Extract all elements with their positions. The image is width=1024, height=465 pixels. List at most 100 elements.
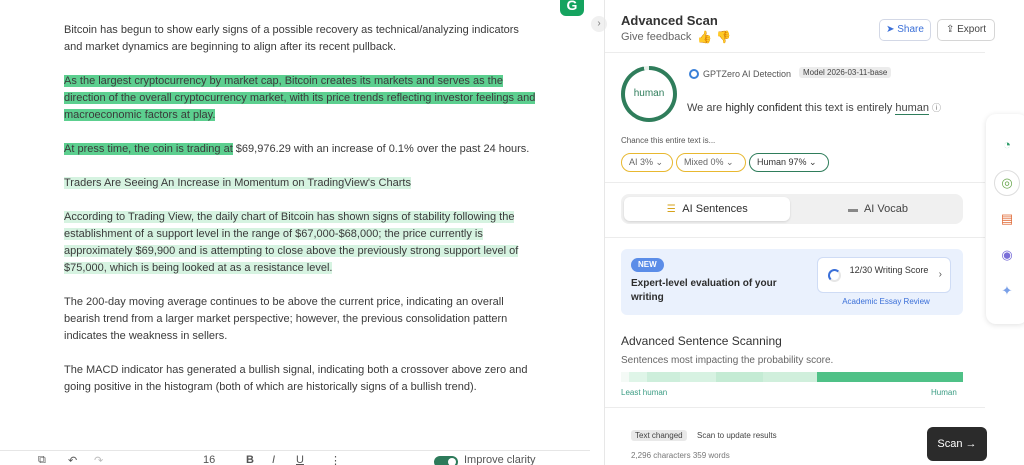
more-options-button[interactable]: ⋮: [330, 454, 341, 465]
gptzero-status-icon[interactable]: ◔: [998, 136, 1016, 154]
tab-ai-sentences[interactable]: ☰ AI Sentences: [624, 197, 790, 221]
info-icon[interactable]: ⓘ: [932, 103, 941, 113]
gptzero-icon: [689, 69, 699, 79]
promo-text: Expert-level evaluation of your writing: [631, 278, 777, 303]
human-percent-dropdown[interactable]: Human 97% ⌄: [749, 153, 829, 172]
document-editor[interactable]: Bitcoin has begun to show early signs of…: [0, 0, 590, 465]
redo-icon[interactable]: ↷: [94, 454, 103, 465]
paragraph-6-text: The 200-day moving average continues to …: [64, 296, 508, 342]
loading-spinner-icon: [828, 269, 841, 282]
ai-detector-icon[interactable]: ◎: [998, 174, 1016, 192]
paragraph-1: Bitcoin has begun to show early signs of…: [64, 22, 540, 56]
scan-segment[interactable]: [680, 372, 716, 382]
verdict-mid: this text is entirely: [804, 102, 893, 114]
copy-icon[interactable]: ⧉: [38, 454, 46, 465]
verdict-text: We are highly confident this text is ent…: [687, 101, 941, 115]
sentence-scan-bar[interactable]: [621, 372, 963, 382]
underline-button[interactable]: U: [296, 454, 304, 465]
footer-divider: [605, 407, 985, 408]
chevron-down-icon: ⌄: [809, 157, 817, 167]
chance-label: Chance this entire text is...: [621, 136, 716, 145]
ai-percent-dropdown[interactable]: AI 3% ⌄: [621, 153, 673, 172]
writing-score-label: 12/30 Writing Score: [849, 265, 929, 275]
thumbs-down-icon[interactable]: 👎: [716, 30, 731, 44]
tab-ai-vocab[interactable]: ▬ AI Vocab: [796, 197, 960, 221]
scan-segment[interactable]: [621, 372, 629, 382]
export-button[interactable]: ⇪ Export: [937, 19, 995, 41]
italic-button[interactable]: I: [272, 454, 275, 465]
text-changed-badge: Text changed: [631, 430, 687, 441]
vocab-icon: ▬: [847, 204, 858, 215]
chevron-right-icon: ›: [938, 269, 942, 280]
result-ring: human: [621, 66, 677, 122]
paragraph-2-text: As the largest cryptocurrency by market …: [64, 75, 536, 121]
scan-segment[interactable]: [817, 372, 963, 382]
paragraph-7: The MACD indicator has generated a bulli…: [64, 362, 540, 396]
sentences-icon: ☰: [666, 204, 676, 215]
results-divider: [605, 182, 985, 183]
verdict-strong: highly confident: [725, 102, 802, 114]
chevron-down-icon: ⌄: [655, 157, 664, 167]
writing-score-button[interactable]: 12/30 Writing Score ›: [817, 257, 951, 293]
new-badge: NEW: [631, 258, 664, 272]
academic-essay-link[interactable]: Academic Essay Review: [821, 297, 951, 306]
paragraph-1-text: Bitcoin has begun to show early signs of…: [64, 24, 519, 53]
model-badge: Model 2026-03-11-base: [799, 67, 892, 78]
panel-title: Advanced Scan: [621, 13, 718, 28]
paragraph-3: At press time, the coin is trading at $6…: [64, 141, 540, 158]
scan-hint: Scan to update results: [697, 431, 777, 440]
header-divider: [605, 52, 985, 53]
scan-panel: Advanced Scan Give feedback 👍 👎 ➤ Share …: [605, 0, 995, 465]
mixed-percent-label: Mixed 0%: [684, 157, 724, 167]
paragraph-3-highlight: At press time, the coin is trading at: [64, 143, 233, 155]
tabs-divider: [605, 237, 985, 238]
share-button[interactable]: ➤ Share: [879, 19, 931, 41]
scan-segment[interactable]: [629, 372, 647, 382]
verdict-human: human: [895, 102, 929, 115]
advanced-scanning-subtitle: Sentences most impacting the probability…: [621, 355, 834, 366]
export-icon: ⇪: [945, 24, 958, 35]
font-size-select[interactable]: 16: [203, 454, 215, 465]
character-word-count: 2,296 characters 359 words: [631, 451, 730, 460]
document-search-icon[interactable]: ▤: [998, 210, 1016, 228]
floating-toolbar: ◔ ◎ ▤ ◉ ✦: [986, 114, 1024, 324]
scan-button[interactable]: Scan →: [927, 427, 987, 461]
analysis-tabs: ☰ AI Sentences ▬ AI Vocab: [621, 194, 963, 224]
ai-percent-label: AI 3%: [629, 157, 654, 167]
tab-ai-sentences-label: AI Sentences: [682, 203, 748, 215]
human-percent-label: Human 97%: [757, 157, 807, 167]
undo-icon[interactable]: ↶: [68, 454, 77, 465]
paragraph-2: As the largest cryptocurrency by market …: [64, 73, 540, 124]
human-label: Human: [931, 388, 957, 397]
editor-toolbar: ⧉ ↶ ↷ 16 B I U ⋮ Improve clarity: [0, 450, 590, 465]
bold-button[interactable]: B: [246, 454, 254, 465]
paragraph-5: According to Trading View, the daily cha…: [64, 209, 540, 277]
improve-clarity-label: Improve clarity: [464, 454, 536, 465]
fingerprint-icon[interactable]: ◉: [998, 246, 1016, 264]
paragraph-3-rest: $69,976.29 with an increase of 0.1% over…: [232, 143, 530, 155]
sparkle-icon[interactable]: ✦: [998, 282, 1016, 300]
chevron-down-icon: ⌄: [726, 157, 734, 167]
share-label: Share: [897, 24, 924, 35]
improve-clarity-toggle[interactable]: [434, 456, 458, 465]
thumbs-up-icon[interactable]: 👍: [697, 30, 712, 44]
promo-card[interactable]: NEW Expert-level evaluation of your writ…: [621, 249, 963, 315]
paragraph-heading: Traders Are Seeing An Increase in Moment…: [64, 175, 540, 192]
mixed-percent-dropdown[interactable]: Mixed 0% ⌄: [676, 153, 746, 172]
paragraph-7-text: The MACD indicator has generated a bulli…: [64, 364, 528, 393]
result-label: human: [625, 70, 673, 118]
heading-text: Traders Are Seeing An Increase in Moment…: [64, 177, 411, 189]
paragraph-5-text: According to Trading View, the daily cha…: [64, 211, 519, 274]
detector-label: GPTZero AI Detection: [703, 69, 792, 79]
export-label: Export: [957, 24, 987, 35]
scan-segment[interactable]: [647, 372, 680, 382]
least-human-label: Least human: [621, 388, 668, 397]
scan-segment[interactable]: [716, 372, 763, 382]
document-body[interactable]: Bitcoin has begun to show early signs of…: [64, 22, 540, 413]
paragraph-6: The 200-day moving average continues to …: [64, 294, 540, 345]
scan-segment[interactable]: [763, 372, 817, 382]
share-icon: ➤: [886, 24, 898, 35]
verdict-pre: We are: [687, 102, 723, 114]
tab-ai-vocab-label: AI Vocab: [863, 203, 909, 215]
grammarly-logo[interactable]: G: [560, 0, 584, 16]
